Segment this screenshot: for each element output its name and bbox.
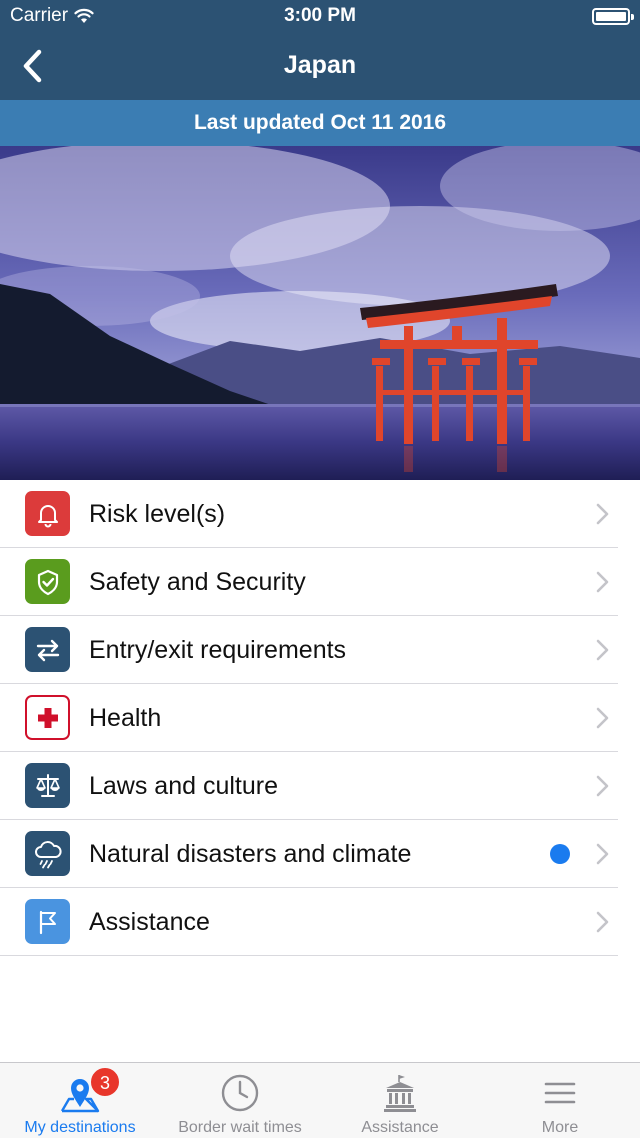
- notification-badge: 3: [90, 1067, 120, 1097]
- menu-item-health[interactable]: Health: [0, 684, 640, 752]
- chevron-right-icon: [596, 843, 609, 865]
- menu-item-laws-and-culture[interactable]: Laws and culture: [0, 752, 640, 820]
- shield-check-icon: [25, 559, 70, 604]
- bell-icon: [25, 491, 70, 536]
- app-header: Carrier 3:00 PM Japan: [0, 0, 640, 100]
- chevron-right-icon: [596, 911, 609, 933]
- menu-item-label: Safety and Security: [89, 568, 306, 596]
- battery-icon: [592, 8, 634, 25]
- menu-item-assistance[interactable]: Assistance: [0, 888, 640, 956]
- new-content-indicator: [550, 844, 570, 864]
- menu-item-label: Laws and culture: [89, 772, 279, 800]
- menu-item-entry-exit-requirements[interactable]: Entry/exit requirements: [0, 616, 640, 684]
- menu-item-natural-disasters-and-climate[interactable]: Natural disasters and climate: [0, 820, 640, 888]
- tab-label: More: [541, 1119, 579, 1136]
- tab-assistance[interactable]: Assistance: [320, 1063, 480, 1138]
- last-updated-banner: Last updated Oct 11 2016: [0, 100, 640, 146]
- menu-item-label: Assistance: [89, 908, 210, 936]
- tab-label: Assistance: [361, 1119, 439, 1136]
- red-cross-icon: [25, 695, 70, 740]
- destination-info-list: Risk level(s) Safety and Security Entry/…: [0, 480, 640, 956]
- status-bar: Carrier 3:00 PM: [0, 0, 640, 34]
- page-title: Japan: [283, 51, 357, 79]
- menu-item-label: Health: [89, 704, 162, 732]
- tab-my-destinations[interactable]: 3 My destinations: [0, 1063, 160, 1138]
- chevron-right-icon: [596, 639, 609, 661]
- tab-more[interactable]: More: [480, 1063, 640, 1138]
- chevron-right-icon: [596, 775, 609, 797]
- rain-cloud-icon: [25, 831, 70, 876]
- scales-icon: [25, 763, 70, 808]
- tab-border-wait-times[interactable]: Border wait times: [160, 1063, 320, 1138]
- flag-icon: [25, 899, 70, 944]
- navigation-bar: Japan: [0, 34, 640, 100]
- tab-label: My destinations: [24, 1119, 136, 1136]
- menu-item-label: Risk level(s): [89, 500, 226, 528]
- tab-label: Border wait times: [178, 1119, 302, 1136]
- menu-item-label: Natural disasters and climate: [89, 840, 412, 868]
- menu-item-risk-levels[interactable]: Risk level(s): [0, 480, 640, 548]
- menu-item-safety-and-security[interactable]: Safety and Security: [0, 548, 640, 616]
- status-time: 3:00 PM: [284, 5, 356, 26]
- last-updated-text: Last updated Oct 11 2016: [193, 111, 447, 134]
- swap-arrows-icon: [25, 627, 70, 672]
- chevron-right-icon: [596, 503, 609, 525]
- clock-icon: [221, 1074, 259, 1112]
- chevron-right-icon: [596, 707, 609, 729]
- embassy-building-icon: [384, 1075, 416, 1112]
- hamburger-menu-icon: [544, 1082, 576, 1104]
- chevron-right-icon: [596, 571, 609, 593]
- menu-item-label: Entry/exit requirements: [89, 636, 347, 664]
- torii-gate-photo: [0, 146, 640, 480]
- bottom-tab-bar: 3 My destinations Border wait times Assi…: [0, 1062, 640, 1138]
- destination-hero-image: [0, 146, 640, 480]
